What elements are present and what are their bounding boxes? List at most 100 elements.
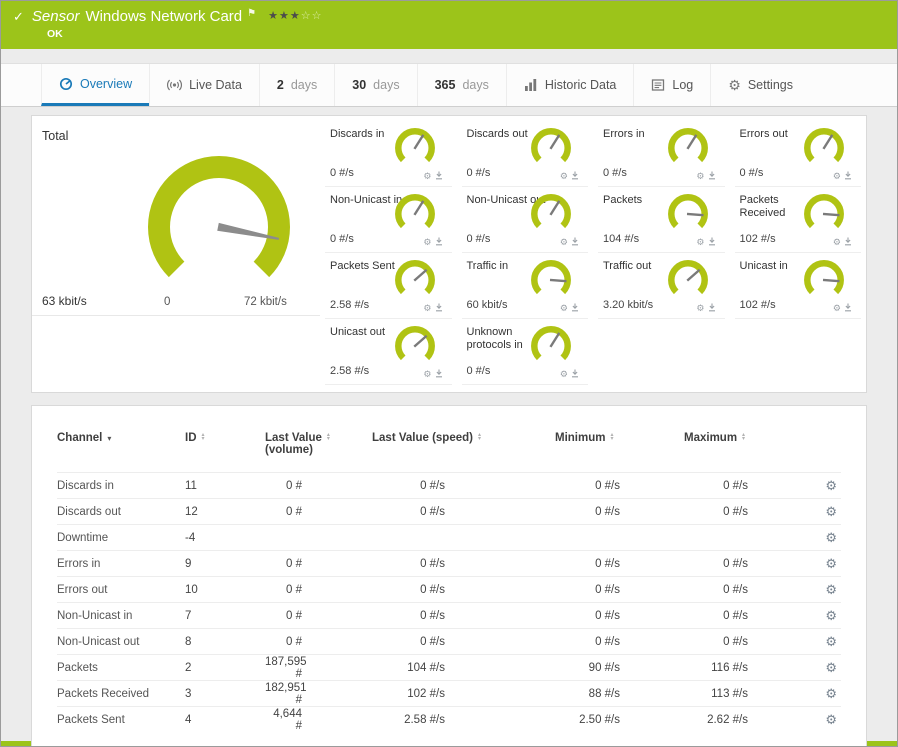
mini-gauge-packets[interactable]: Packets 104 #/s ⚙ [598,187,725,253]
channel-settings-icon[interactable]: ⚙ [812,680,841,707]
gauge-arc [667,128,708,163]
cell-channel[interactable]: Discards out [57,498,185,525]
gauge-settings-icon[interactable]: ⚙ [560,238,568,247]
gauge-dial: ⚙ [392,125,442,183]
cell-minimum: 0 #/s [555,602,684,629]
tab-overview[interactable]: Overview [41,64,150,106]
gauge-settings-icon[interactable]: ⚙ [833,172,841,181]
gauge-arc [394,194,435,229]
cell-channel[interactable]: Non-Unicast out [57,628,185,655]
tab-30-days[interactable]: 30 days [334,64,416,106]
cell-id: 7 [185,602,265,629]
cell-channel[interactable]: Errors in [57,550,185,577]
gauge-settings-icon[interactable]: ⚙ [560,304,568,313]
gauge-download-icon[interactable] [435,237,443,248]
gauge-settings-icon[interactable]: ⚙ [423,238,431,247]
gauge-download-icon[interactable] [708,171,716,182]
gauge-dial: ⚙ [665,191,715,249]
cell-last-value-volume: 4,644 # [265,706,372,733]
star-icon[interactable]: ★ [268,10,279,22]
tab-2-days[interactable]: 2 days [258,64,334,106]
cell-id: 3 [185,680,265,707]
channel-settings-icon[interactable]: ⚙ [812,498,841,525]
gauge-download-icon[interactable] [571,171,579,182]
channel-settings-icon[interactable]: ⚙ [812,654,841,681]
gauge-download-icon[interactable] [844,303,852,314]
gauge-download-icon[interactable] [435,369,443,380]
cell-channel[interactable]: Downtime [57,524,185,551]
star-icon[interactable]: ★ [279,10,290,22]
historic-data-icon [524,78,538,92]
gauge-download-icon[interactable] [571,369,579,380]
mini-gauge-packets-sent[interactable]: Packets Sent 2.58 #/s ⚙ [325,253,452,319]
col-header-last-speed[interactable]: Last Value (speed) ▴ ▾ [372,432,555,473]
cell-channel[interactable]: Errors out [57,576,185,603]
gauge-settings-icon[interactable]: ⚙ [696,238,704,247]
gauge-download-icon[interactable] [708,303,716,314]
tab-365-days[interactable]: 365 days [416,64,506,106]
mini-gauge-discards-in[interactable]: Discards in 0 #/s ⚙ [325,121,452,187]
cell-minimum: 0 #/s [555,550,684,577]
mini-gauge-unknown-protocols-in[interactable]: Unknown protocols in 0 #/s ⚙ [461,319,588,385]
gauge-download-icon[interactable] [435,171,443,182]
gauge-settings-icon[interactable]: ⚙ [696,304,704,313]
gauge-arc [394,260,435,295]
tab-settings[interactable]: ⚙ Settings [710,64,810,106]
gauge-settings-icon[interactable]: ⚙ [833,238,841,247]
mini-gauge-errors-out[interactable]: Errors out 0 #/s ⚙ [734,121,861,187]
col-header-last-volume[interactable]: Last Value ▴ ▾ (volume) [265,432,372,473]
gauge-settings-icon[interactable]: ⚙ [423,370,431,379]
star-icon[interactable]: ★ [290,10,301,22]
gauge-download-icon[interactable] [571,303,579,314]
gauge-download-icon[interactable] [844,171,852,182]
cell-maximum: 116 #/s [684,654,812,681]
channel-settings-icon[interactable]: ⚙ [812,550,841,577]
mini-gauge-packets-received[interactable]: Packets Received 102 #/s ⚙ [734,187,861,253]
tab-log[interactable]: Log [633,64,710,106]
cell-last-value-volume: 0 # [265,576,372,603]
mini-gauge-traffic-out[interactable]: Traffic out 3.20 kbit/s ⚙ [598,253,725,319]
star-rating[interactable]: ★★★☆☆ [268,9,322,22]
gauge-settings-icon[interactable]: ⚙ [423,172,431,181]
cell-channel[interactable]: Discards in [57,472,185,499]
gauge-settings-icon[interactable]: ⚙ [833,304,841,313]
cell-channel[interactable]: Packets Received [57,680,185,707]
gauge-download-icon[interactable] [435,303,443,314]
mini-gauge-non-unicast-in[interactable]: Non-Unicast in 0 #/s ⚙ [325,187,452,253]
col-header-maximum[interactable]: Maximum ▴ ▾ [684,432,812,473]
gauge-download-icon[interactable] [571,237,579,248]
channel-settings-icon[interactable]: ⚙ [812,524,841,551]
channel-settings-icon[interactable]: ⚙ [812,472,841,499]
col-header-minimum[interactable]: Minimum ▴ ▾ [555,432,684,473]
gauge-label: Packets [603,194,643,206]
mini-gauge-errors-in[interactable]: Errors in 0 #/s ⚙ [598,121,725,187]
tab-bar: Overview Live Data 2 days 30 days 365 days Histo… [1,63,897,107]
gauge-settings-icon[interactable]: ⚙ [696,172,704,181]
mini-gauge-unicast-out[interactable]: Unicast out 2.58 #/s ⚙ [325,319,452,385]
channel-settings-icon[interactable]: ⚙ [812,706,841,733]
col-header-id[interactable]: ID ▴ ▾ [185,432,265,473]
flag-icon[interactable]: ⚑ [247,8,256,19]
gauge-download-icon[interactable] [844,237,852,248]
gauge-settings-icon[interactable]: ⚙ [560,370,568,379]
cell-minimum [555,524,684,551]
cell-channel[interactable]: Packets [57,654,185,681]
mini-gauge-traffic-in[interactable]: Traffic in 60 kbit/s ⚙ [461,253,588,319]
cell-channel[interactable]: Packets Sent [57,706,185,733]
mini-gauge-discards-out[interactable]: Discards out 0 #/s ⚙ [461,121,588,187]
col-header-channel[interactable]: Channel ▾ [57,432,185,473]
star-icon[interactable]: ☆ [301,10,312,22]
gauge-settings-icon[interactable]: ⚙ [560,172,568,181]
mini-gauge-non-unicast-out[interactable]: Non-Unicast out 0 #/s ⚙ [461,187,588,253]
mini-gauge-unicast-in[interactable]: Unicast in 102 #/s ⚙ [734,253,861,319]
gauge-download-icon[interactable] [708,237,716,248]
tab-live-data[interactable]: Live Data [149,64,259,106]
channel-settings-icon[interactable]: ⚙ [812,576,841,603]
cell-channel[interactable]: Non-Unicast in [57,602,185,629]
table-row-packets-received: Packets Received 3 182,951 #102 #/s 88 #/s 1… [57,680,841,707]
tab-historic-data[interactable]: Historic Data [505,64,634,106]
channel-settings-icon[interactable]: ⚙ [812,628,841,655]
channel-settings-icon[interactable]: ⚙ [812,602,841,629]
star-icon[interactable]: ☆ [312,10,323,22]
gauge-settings-icon[interactable]: ⚙ [423,304,431,313]
